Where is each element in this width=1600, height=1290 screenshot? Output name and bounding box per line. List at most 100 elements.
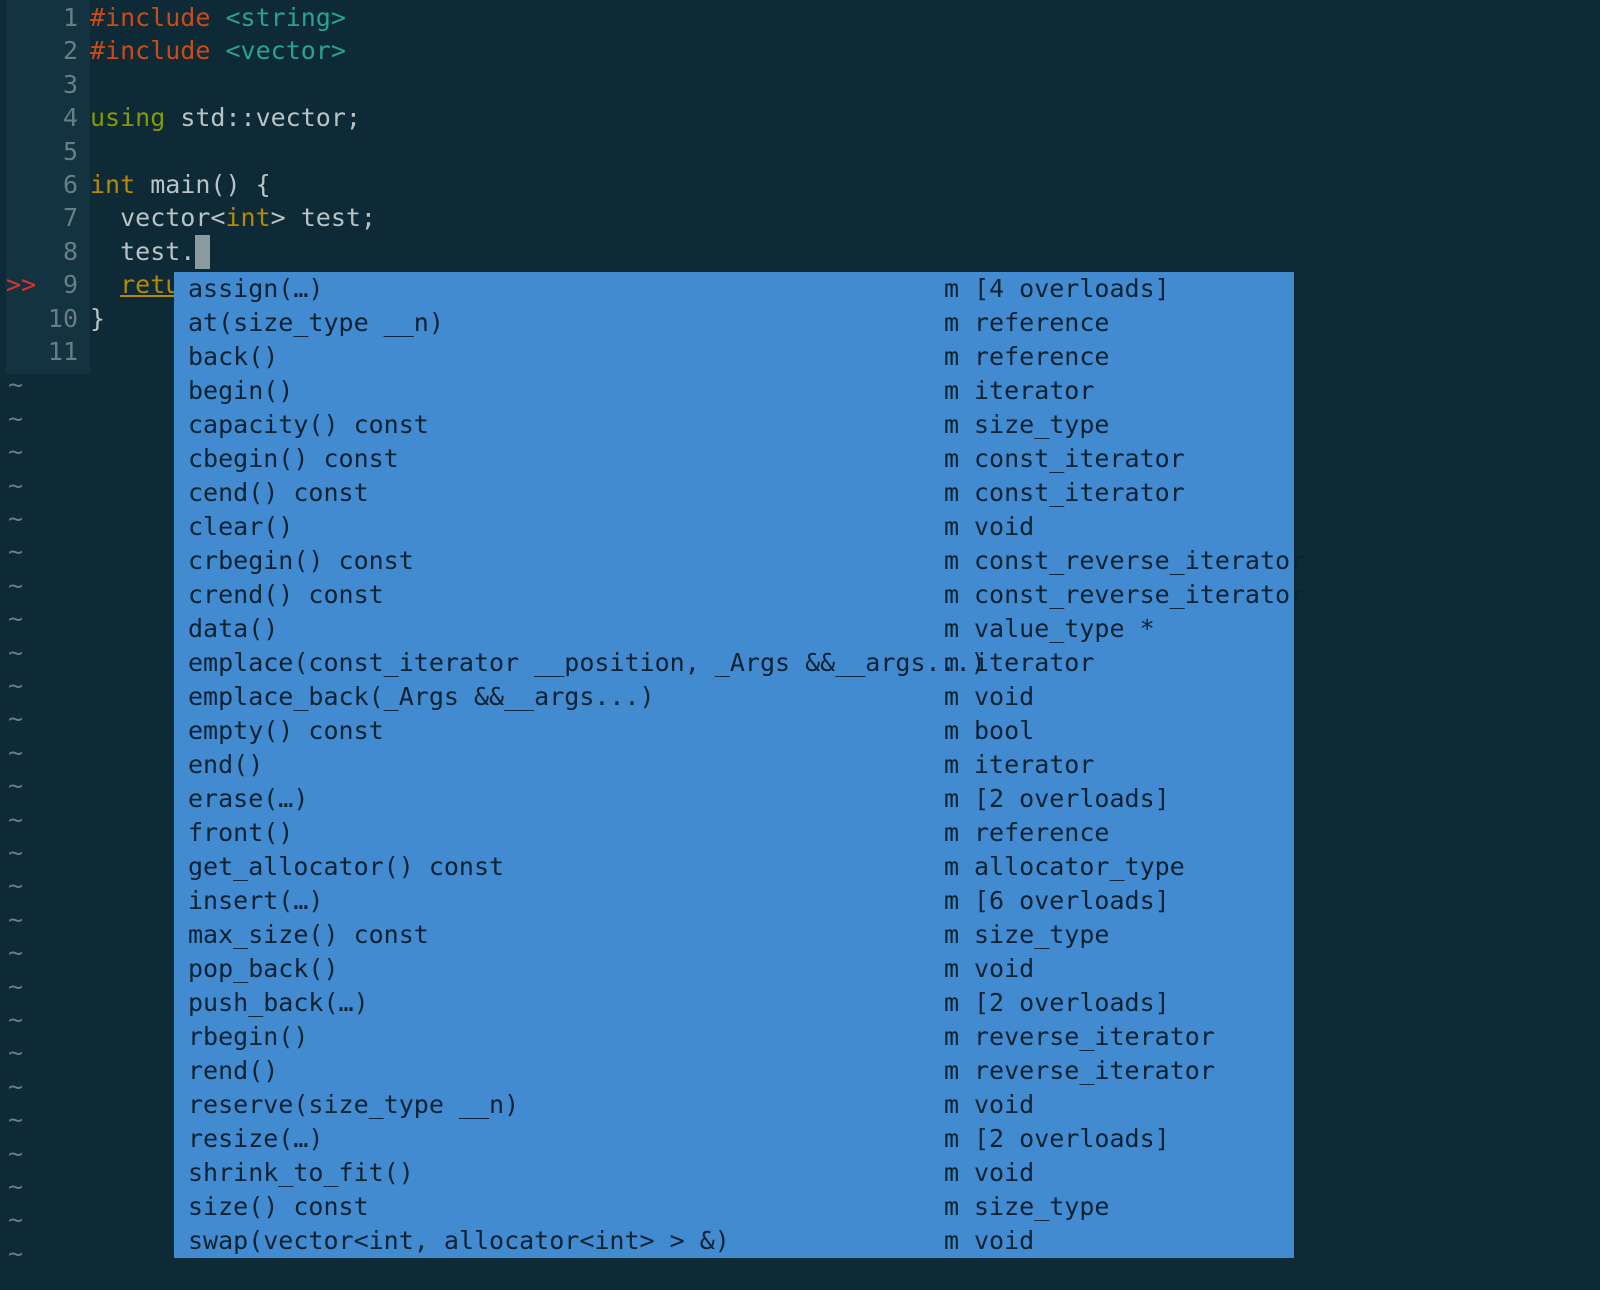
line-code[interactable]: retu (90, 268, 180, 302)
completion-item-kind: m (944, 1056, 960, 1085)
completion-item-kind: m (944, 648, 960, 677)
completion-item-kind: m (944, 1226, 960, 1255)
completion-item[interactable]: rbegin() m reverse_iterator (174, 1020, 1294, 1054)
completion-item-name: size() const (188, 1192, 369, 1221)
line-code[interactable]: test. (90, 234, 211, 269)
completion-item[interactable]: size() const m size_type (174, 1190, 1294, 1224)
completion-item[interactable]: data() m value_type * (174, 612, 1294, 646)
completion-item[interactable]: empty() const m bool (174, 714, 1294, 748)
line-code[interactable]: #include <string> (90, 1, 346, 35)
completion-item[interactable]: rend() m reverse_iterator (174, 1054, 1294, 1088)
text-cursor (195, 234, 211, 269)
completion-popup[interactable]: assign(…) m [4 overloads] at(size_type __n)… (174, 272, 1305, 1258)
completion-item-name: rbegin() (188, 1022, 309, 1051)
completion-item[interactable]: push_back(…) m [2 overloads] (174, 986, 1294, 1020)
tilde-marker: ~ (8, 504, 24, 533)
tilde-marker: ~ (8, 704, 24, 734)
line-code[interactable]: int main() { (90, 168, 271, 202)
completion-item[interactable]: cbegin() const m const_iterator (174, 442, 1294, 476)
code-token: #include (90, 3, 211, 32)
line-code[interactable]: } (90, 302, 105, 336)
code-token: > test; (270, 203, 376, 233)
completion-item[interactable]: erase(…) m [2 overloads] (174, 782, 1294, 816)
completion-item-kind: m (944, 988, 960, 1017)
completion-item[interactable]: end() m iterator (174, 748, 1294, 782)
completion-item[interactable]: emplace(const_iterator __position, _Args… (174, 646, 1294, 680)
completion-item-kind: m (944, 852, 960, 881)
completion-item-type: iterator (974, 750, 1095, 779)
tilde-marker: ~ (8, 437, 24, 467)
completion-item[interactable]: clear() m void (174, 510, 1294, 544)
tilde-marker: ~ (8, 804, 24, 834)
code-token: <string> (225, 3, 346, 32)
completion-item-type: const_reverse_iterator (974, 546, 1306, 575)
tilde-marker: ~ (8, 637, 24, 667)
code-token: main() { (135, 170, 271, 199)
completion-item-name: reserve(size_type __n) (188, 1090, 520, 1119)
tilde-marker: ~ (8, 1038, 24, 1068)
completion-item[interactable]: pop_back() m void (174, 952, 1294, 986)
completion-item[interactable]: emplace_back(_Args &&__args...) m void (174, 680, 1294, 714)
tilde-marker: ~ (8, 838, 24, 867)
completion-item-type: void (974, 1226, 1035, 1255)
completion-item[interactable]: at(size_type __n) m reference (174, 306, 1294, 340)
completion-item-type: void (974, 682, 1035, 711)
completion-item[interactable]: front() m reference (174, 816, 1294, 850)
completion-item[interactable]: swap(vector<int, allocator<int> > &) m voi… (174, 1224, 1294, 1258)
completion-item-name: emplace_back(_Args &&__args...) (188, 682, 655, 711)
code-token: } (90, 303, 106, 333)
completion-item-name: assign(…) (188, 274, 324, 303)
completion-item-name: pop_back() (188, 954, 339, 983)
completion-item-kind: m (944, 1158, 960, 1187)
completion-item-name: cend() const (188, 478, 369, 507)
completion-item-type: [2 overloads] (974, 1124, 1170, 1153)
completion-item[interactable]: back() m reference (174, 340, 1294, 374)
completion-item-kind: m (944, 274, 960, 303)
tilde-marker: ~ (8, 737, 24, 767)
vim-editor[interactable]: 1 #include <string> 2 #include <vector> 3 4 us… (0, 0, 1600, 1290)
completion-item-type: size_type (974, 1192, 1110, 1221)
tilde-marker: ~ (8, 771, 24, 801)
code-token: int (90, 170, 136, 199)
completion-item[interactable]: shrink_to_fit() m void (174, 1156, 1294, 1190)
line-number: 10 (47, 303, 78, 333)
completion-item-kind: m (944, 716, 960, 745)
completion-item[interactable]: get_allocator() const m allocator_type (174, 850, 1294, 884)
completion-item-kind: m (944, 1124, 960, 1153)
completion-item[interactable]: capacity() const m size_type (174, 408, 1294, 442)
completion-item-name: cbegin() const (188, 444, 399, 473)
completion-item-name: empty() const (188, 716, 384, 745)
line-number: 8 (62, 236, 78, 266)
tilde-marker: ~ (8, 904, 24, 934)
completion-item[interactable]: cend() const m const_iterator (174, 476, 1294, 510)
completion-item-kind: m (944, 376, 960, 405)
completion-item[interactable]: max_size() const m size_type (174, 918, 1294, 952)
completion-item-kind: m (944, 784, 960, 813)
tilde-marker: ~ (8, 1071, 24, 1101)
completion-item-type: allocator_type (974, 852, 1185, 881)
line-code[interactable]: vector<int> test; (90, 201, 376, 235)
completion-item-type: void (974, 1090, 1035, 1119)
tilde-marker: ~ (8, 403, 24, 433)
completion-item[interactable]: begin() m iterator (174, 374, 1294, 408)
tilde-marker: ~ (8, 1105, 24, 1135)
tilde-marker: ~ (8, 938, 24, 968)
completion-item-name: erase(…) (188, 784, 309, 813)
completion-item[interactable]: assign(…) m [4 overloads] (174, 272, 1294, 306)
completion-item[interactable]: insert(…) m [6 overloads] (174, 884, 1294, 918)
completion-item[interactable]: reserve(size_type __n) m void (174, 1088, 1294, 1122)
line-number: 7 (62, 203, 78, 233)
completion-item-kind: m (944, 886, 960, 915)
completion-item[interactable]: crbegin() const m const_reverse_iterator (174, 544, 1305, 578)
completion-item-name: begin() (188, 376, 294, 405)
completion-item-kind: m (944, 512, 960, 541)
line-code[interactable]: using std::vector; (90, 101, 361, 135)
completion-item[interactable]: crend() const m const_reverse_iterator (174, 578, 1305, 612)
line-number: 6 (62, 170, 78, 199)
code-token: <vector> (225, 36, 346, 66)
completion-item-name: shrink_to_fit() (188, 1158, 414, 1187)
completion-item[interactable]: resize(…) m [2 overloads] (174, 1122, 1294, 1156)
completion-item-kind: m (944, 818, 960, 847)
line-code[interactable]: #include <vector> (90, 34, 346, 68)
line-number: 9 (62, 270, 78, 300)
